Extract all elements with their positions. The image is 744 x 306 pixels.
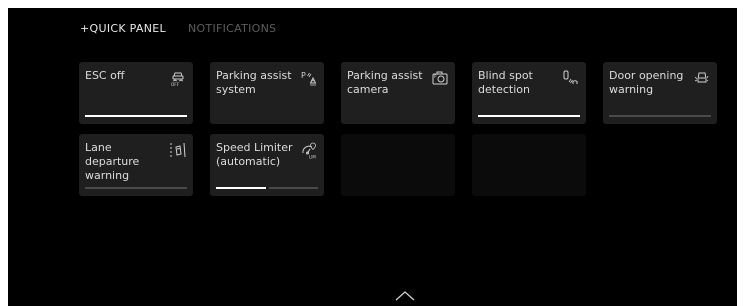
status-segment (268, 187, 318, 189)
tile-label: ESC off (85, 69, 125, 82)
parking-assist-icon: P (300, 69, 318, 87)
tile-label: Lane departure warning (85, 141, 140, 182)
speed-limiter-tile[interactable]: Speed Limiter (automatic) LIM (210, 134, 324, 196)
status-bar (85, 115, 187, 117)
svg-text:LIM: LIM (309, 154, 316, 159)
tile-label: Speed Limiter (automatic) (216, 141, 293, 168)
speed-limiter-icon: LIM (300, 141, 318, 159)
lane-departure-warning-tile[interactable]: Lane departure warning (79, 134, 193, 196)
camera-icon: P (431, 69, 449, 87)
parking-assist-system-tile[interactable]: Parking assist system P (210, 62, 324, 124)
status-segment (609, 115, 711, 117)
quick-panel-grid: ESC off OFF Parking assist system P Park… (79, 62, 717, 196)
esc-off-tile[interactable]: ESC off OFF (79, 62, 193, 124)
parking-assist-camera-tile[interactable]: Parking assist camera P (341, 62, 455, 124)
chevron-up-icon[interactable] (393, 288, 417, 302)
blind-spot-detection-tile[interactable]: Blind spot detection (472, 62, 586, 124)
door-warning-icon (693, 69, 711, 87)
door-opening-warning-tile[interactable]: Door opening warning (603, 62, 717, 124)
blind-spot-icon (562, 69, 580, 87)
panel-tabs: +QUICK PANEL NOTIFICATIONS (80, 22, 276, 35)
tile-label: Blind spot detection (478, 69, 533, 96)
status-bar (85, 187, 187, 189)
status-segment (85, 187, 187, 189)
svg-text:OFF: OFF (171, 82, 180, 87)
lane-departure-icon (169, 141, 187, 159)
status-bar (216, 187, 318, 189)
tile-label: Parking assist camera (347, 69, 423, 96)
status-bar (609, 115, 711, 117)
empty-slot (472, 134, 586, 196)
status-segment (216, 187, 266, 189)
status-segment (85, 115, 187, 117)
tab-notifications[interactable]: NOTIFICATIONS (188, 22, 277, 35)
quick-panel-screen: +QUICK PANEL NOTIFICATIONS ESC off OFF P… (8, 8, 737, 306)
empty-slot (341, 134, 455, 196)
status-segment (478, 115, 580, 117)
tile-label: Door opening warning (609, 69, 684, 96)
esc-off-icon: OFF (169, 69, 187, 87)
svg-text:P: P (434, 74, 437, 79)
tile-label: Parking assist system (216, 69, 292, 96)
tab-quick-panel[interactable]: +QUICK PANEL (80, 22, 166, 35)
svg-text:P: P (301, 71, 306, 80)
status-bar (478, 115, 580, 117)
